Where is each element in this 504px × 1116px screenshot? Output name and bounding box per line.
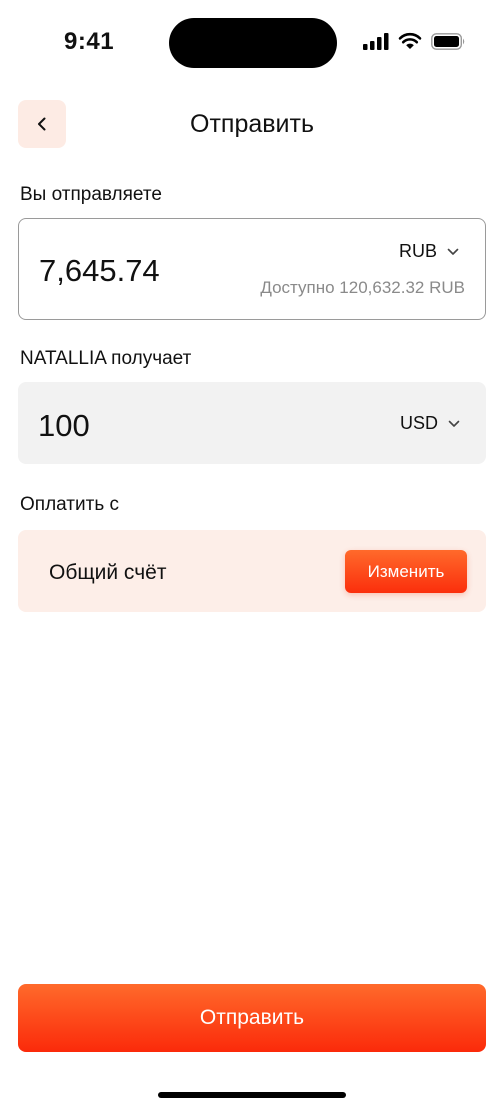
page-title: Отправить — [190, 110, 314, 138]
top-nav: Отправить — [0, 100, 504, 150]
send-amount-field[interactable]: 7,645.74 RUB Доступно 120,632.32 RUB — [18, 218, 486, 320]
receive-amount-field[interactable]: 100 USD — [18, 382, 486, 464]
receive-currency-selector[interactable]: USD — [400, 413, 460, 434]
cellular-signal-icon — [363, 32, 389, 50]
change-account-button[interactable]: Изменить — [345, 550, 467, 593]
status-time: 9:41 — [64, 28, 115, 55]
receive-currency-code: USD — [399, 413, 438, 433]
pay-from-label: Оплатить с — [20, 494, 119, 515]
account-name: Общий счёт — [49, 561, 167, 584]
available-balance: Доступно 120,632.32 RUB — [260, 278, 465, 297]
send-label: Вы отправляете — [20, 184, 162, 205]
receive-amount-value[interactable]: 100 — [38, 408, 90, 444]
status-bar: 9:41 — [0, 0, 504, 84]
pay-from-account: Общий счёт Изменить — [18, 530, 486, 612]
dynamic-island — [169, 18, 337, 68]
battery-icon — [431, 32, 465, 50]
send-currency-code: RUB — [398, 241, 437, 261]
wifi-icon — [398, 32, 422, 49]
send-button[interactable]: Отправить — [18, 984, 486, 1052]
send-currency-selector[interactable]: RUB — [399, 241, 459, 262]
receive-label: NATALLIA получает — [20, 348, 192, 369]
home-indicator — [158, 1092, 346, 1098]
chevron-down-icon — [448, 420, 460, 427]
status-icons — [363, 32, 466, 50]
send-amount-value[interactable]: 7,645.74 — [39, 253, 160, 289]
chevron-down-icon — [447, 248, 459, 255]
